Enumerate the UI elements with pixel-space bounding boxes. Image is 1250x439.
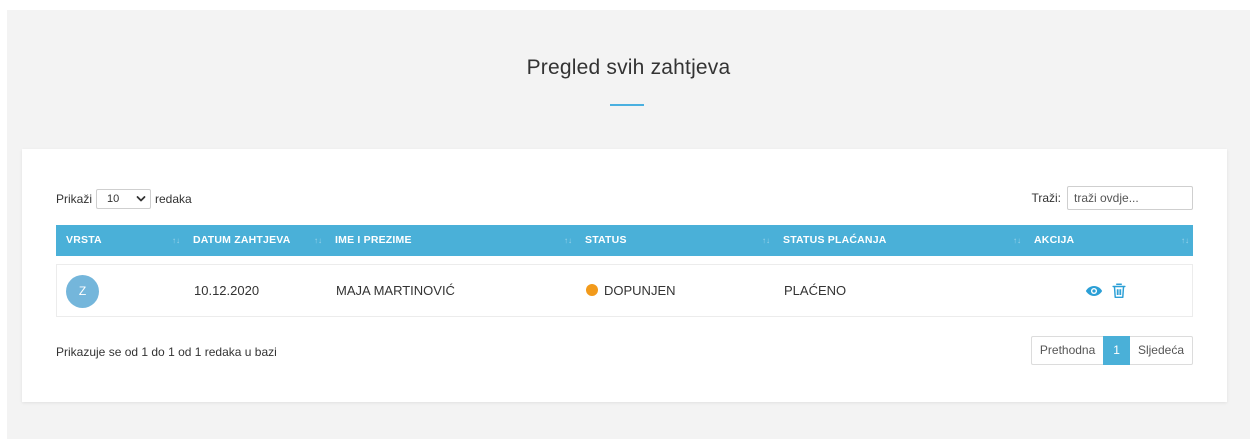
pagination-next-button[interactable]: Sljedeća <box>1129 336 1193 365</box>
column-header-akcija[interactable]: AKCIJA <box>1034 225 1074 256</box>
pagination-page-1[interactable]: 1 <box>1103 336 1130 365</box>
table-header: VRSTA ↑↓ DATUM ZAHTJEVA ↑↓ IME I PREZIME… <box>56 225 1193 256</box>
table-info: Prikazuje se od 1 do 1 od 1 redaka u baz… <box>56 345 277 359</box>
avatar: Z <box>66 275 99 308</box>
column-header-ime[interactable]: IME I PREZIME <box>335 225 412 256</box>
page-length-value: 10 <box>107 193 120 205</box>
sort-icon[interactable]: ↑↓ <box>1013 225 1021 256</box>
status-dot <box>586 284 598 296</box>
search-input[interactable] <box>1067 186 1193 210</box>
search-control: Traži: <box>1031 186 1193 210</box>
page-length-suffix: redaka <box>155 192 192 206</box>
title-underline <box>610 104 644 106</box>
pagination-prev-button[interactable]: Prethodna <box>1030 336 1104 365</box>
search-label: Traži: <box>1031 191 1061 205</box>
page-title: Pregled svih zahtjeva <box>526 56 731 79</box>
sort-icon[interactable]: ↑↓ <box>564 225 572 256</box>
cell-datum: 10.12.2020 <box>194 283 260 298</box>
cell-status: DOPUNJEN <box>586 265 676 316</box>
column-header-status-placanja[interactable]: STATUS PLAĆANJA <box>783 225 887 256</box>
page-length-control: Prikaži 10 redaka <box>56 189 192 209</box>
eye-icon[interactable] <box>1085 282 1103 300</box>
page-length-select[interactable]: 10 <box>96 189 152 209</box>
column-header-status[interactable]: STATUS <box>585 225 627 256</box>
table-row: Z 10.12.2020 MAJA MARTINOVIĆ DOPUNJEN PL… <box>56 264 1193 317</box>
sort-icon[interactable]: ↑↓ <box>314 225 322 256</box>
requests-card: Prikaži 10 redaka Traži: VRSTA ↑↓ DATUM … <box>22 149 1227 402</box>
column-header-vrsta[interactable]: VRSTA <box>66 225 102 256</box>
column-header-datum[interactable]: DATUM ZAHTJEVA <box>193 225 291 256</box>
sort-icon[interactable]: ↑↓ <box>762 225 770 256</box>
status-text: DOPUNJEN <box>604 283 676 298</box>
sort-icon[interactable]: ↑↓ <box>1181 225 1189 256</box>
page-background: Pregled svih zahtjeva Prikaži 10 redaka … <box>7 10 1250 439</box>
chevron-down-icon <box>136 196 146 202</box>
pagination: Prethodna 1 Sljedeća <box>1030 336 1193 365</box>
cell-status-placanja: PLAĆENO <box>784 283 847 298</box>
cell-ime: MAJA MARTINOVIĆ <box>336 283 455 298</box>
trash-icon[interactable] <box>1110 282 1128 300</box>
page-length-prefix: Prikaži <box>56 192 93 206</box>
sort-icon[interactable]: ↑↓ <box>172 225 180 256</box>
